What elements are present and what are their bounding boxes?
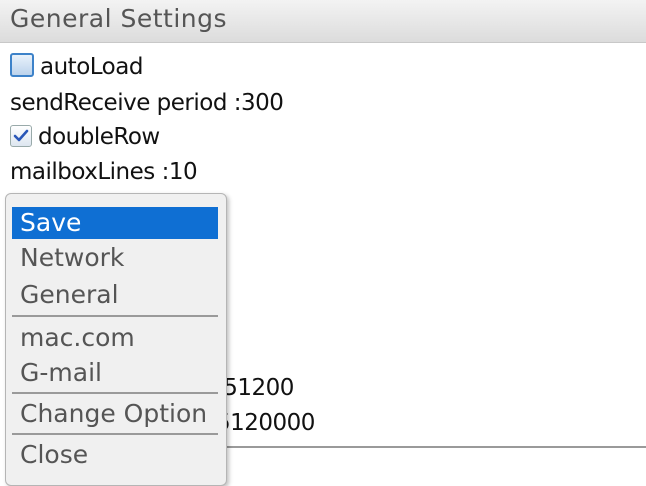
screen-title: General Settings <box>10 4 228 33</box>
title-bar: General Settings <box>0 0 646 43</box>
autoload-label: autoLoad <box>40 54 143 80</box>
menu-item-mac-com[interactable]: mac.com <box>12 322 218 354</box>
double-row-checkbox[interactable] <box>10 125 32 147</box>
menu-item-general[interactable]: General <box>12 279 218 311</box>
send-receive-label: sendReceive period :300 <box>10 90 284 116</box>
partial-setting-a[interactable]: :51200 <box>216 373 294 403</box>
send-receive-setting[interactable]: sendReceive period :300 <box>10 88 284 118</box>
menu-item-gmail[interactable]: G-mail <box>12 357 218 389</box>
double-row-label: doubleRow <box>38 124 160 150</box>
autoload-checkbox[interactable] <box>10 53 34 77</box>
autoload-setting[interactable]: autoLoad <box>10 52 143 82</box>
menu-separator <box>12 315 218 317</box>
double-row-setting[interactable]: doubleRow <box>10 122 160 152</box>
menu-item-network[interactable]: Network <box>12 242 218 274</box>
partial-setting-b[interactable]: 5120000 <box>216 408 315 438</box>
mailbox-lines-setting[interactable]: mailboxLines :10 <box>10 157 198 187</box>
menu-separator <box>12 392 218 394</box>
partial-setting-b-label: 5120000 <box>216 410 315 436</box>
menu-separator <box>12 433 218 435</box>
partial-setting-a-label: :51200 <box>216 375 294 401</box>
checkmark-icon <box>13 129 29 142</box>
menu-item-change-option[interactable]: Change Option <box>12 398 218 430</box>
context-menu[interactable]: Save Network General mac.com G-mail Chan… <box>5 193 227 486</box>
menu-item-close[interactable]: Close <box>12 439 218 471</box>
menu-item-save[interactable]: Save <box>12 207 218 239</box>
divider <box>215 446 646 448</box>
mailbox-lines-label: mailboxLines :10 <box>10 159 198 185</box>
